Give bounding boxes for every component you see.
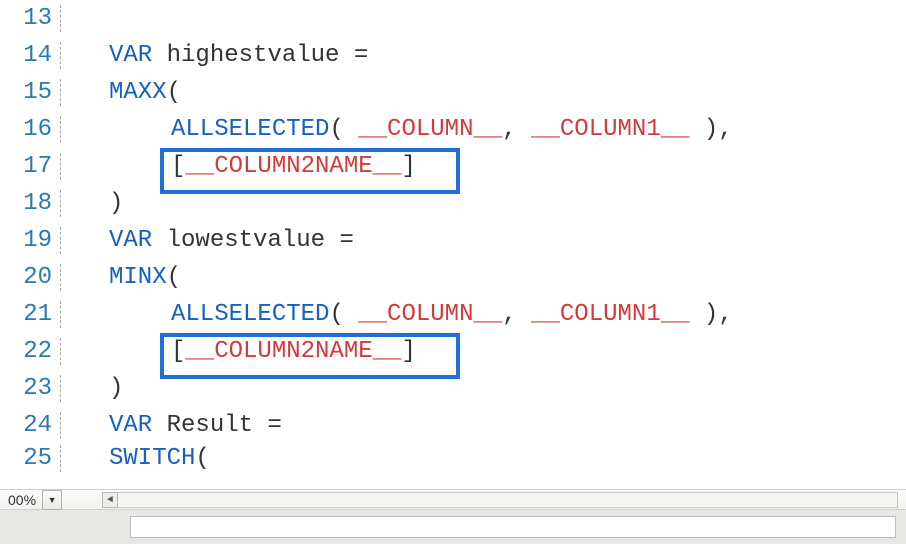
- token-punct: ): [109, 375, 123, 402]
- code-content[interactable]: SWITCH(: [61, 445, 210, 472]
- code-line[interactable]: 21ALLSELECTED( __COLUMN__, __COLUMN1__ )…: [0, 296, 906, 333]
- code-line[interactable]: 18): [0, 185, 906, 222]
- token-punct: (: [167, 264, 181, 291]
- code-line[interactable]: 16ALLSELECTED( __COLUMN__, __COLUMN1__ )…: [0, 111, 906, 148]
- token-placeholder: __COLUMN2NAME__: [185, 338, 401, 365]
- token-punct: [: [171, 338, 185, 365]
- token-placeholder: __COLUMN__: [358, 301, 502, 328]
- code-content[interactable]: [__COLUMN2NAME__]: [61, 153, 416, 180]
- line-number: 15: [0, 79, 61, 106]
- token-kw: VAR: [109, 42, 152, 69]
- token-punct: (: [329, 301, 358, 328]
- token-punct: ,: [502, 301, 531, 328]
- line-number: 19: [0, 227, 61, 254]
- line-number: 21: [0, 301, 61, 328]
- token-plain: Result: [152, 412, 267, 439]
- line-number: 20: [0, 264, 61, 291]
- chevron-down-icon[interactable]: ▼: [42, 490, 62, 510]
- token-placeholder: __COLUMN1__: [531, 301, 689, 328]
- line-number: 18: [0, 190, 61, 217]
- scroll-track[interactable]: [102, 492, 898, 508]
- token-fn: MAXX: [109, 79, 167, 106]
- token-placeholder: __COLUMN2NAME__: [185, 153, 401, 180]
- token-plain: lowestvalue: [152, 227, 339, 254]
- token-fn: ALLSELECTED: [171, 116, 329, 143]
- code-content[interactable]: [__COLUMN2NAME__]: [61, 338, 416, 365]
- token-plain: highestvalue: [152, 42, 354, 69]
- line-number: 14: [0, 42, 61, 69]
- code-line[interactable]: 14VAR highestvalue =: [0, 37, 906, 74]
- code-line[interactable]: 23): [0, 370, 906, 407]
- status-bar: [0, 509, 906, 544]
- status-input[interactable]: [130, 516, 896, 538]
- code-line[interactable]: 13: [0, 0, 906, 37]
- token-punct: (: [195, 445, 209, 472]
- token-placeholder: __COLUMN1__: [531, 116, 689, 143]
- code-editor[interactable]: 1314VAR highestvalue =15MAXX(16ALLSELECT…: [0, 0, 906, 490]
- token-punct: ,: [502, 116, 531, 143]
- token-punct: ),: [690, 116, 733, 143]
- code-line[interactable]: 20MINX(: [0, 259, 906, 296]
- code-content[interactable]: ): [61, 375, 123, 402]
- code-content[interactable]: VAR Result =: [61, 412, 282, 439]
- token-punct: =: [339, 227, 353, 254]
- token-punct: ]: [401, 153, 415, 180]
- code-content[interactable]: ALLSELECTED( __COLUMN__, __COLUMN1__ ),: [61, 116, 733, 143]
- code-content[interactable]: VAR lowestvalue =: [61, 227, 354, 254]
- token-punct: (: [329, 116, 358, 143]
- code-content[interactable]: MINX(: [61, 264, 181, 291]
- code-line[interactable]: 25SWITCH(: [0, 444, 906, 472]
- line-number: 16: [0, 116, 61, 143]
- code-line[interactable]: 17[__COLUMN2NAME__]: [0, 148, 906, 185]
- line-number: 24: [0, 412, 61, 439]
- token-punct: ): [109, 190, 123, 217]
- code-line[interactable]: 19VAR lowestvalue =: [0, 222, 906, 259]
- token-kw: VAR: [109, 412, 152, 439]
- code-line[interactable]: 22[__COLUMN2NAME__]: [0, 333, 906, 370]
- line-number: 22: [0, 338, 61, 365]
- horizontal-scrollbar[interactable]: ◄: [0, 489, 906, 510]
- line-number: 23: [0, 375, 61, 402]
- code-content[interactable]: VAR highestvalue =: [61, 42, 368, 69]
- token-kw: VAR: [109, 227, 152, 254]
- scroll-left-button[interactable]: ◄: [102, 492, 118, 508]
- zoom-control[interactable]: 00% ▼: [0, 490, 62, 510]
- line-number: 25: [0, 445, 61, 472]
- token-punct: [: [171, 153, 185, 180]
- token-punct: ]: [401, 338, 415, 365]
- code-content[interactable]: MAXX(: [61, 79, 181, 106]
- token-punct: (: [167, 79, 181, 106]
- token-punct: ),: [690, 301, 733, 328]
- code-line[interactable]: 24VAR Result =: [0, 407, 906, 444]
- token-fn: ALLSELECTED: [171, 301, 329, 328]
- code-line[interactable]: 15MAXX(: [0, 74, 906, 111]
- line-number: 13: [0, 5, 61, 32]
- code-content[interactable]: ): [61, 190, 123, 217]
- code-content[interactable]: ALLSELECTED( __COLUMN__, __COLUMN1__ ),: [61, 301, 733, 328]
- zoom-value: 00%: [4, 492, 40, 508]
- token-placeholder: __COLUMN__: [358, 116, 502, 143]
- token-punct: =: [354, 42, 368, 69]
- line-number: 17: [0, 153, 61, 180]
- token-fn: SWITCH: [109, 445, 195, 472]
- token-fn: MINX: [109, 264, 167, 291]
- token-punct: =: [267, 412, 281, 439]
